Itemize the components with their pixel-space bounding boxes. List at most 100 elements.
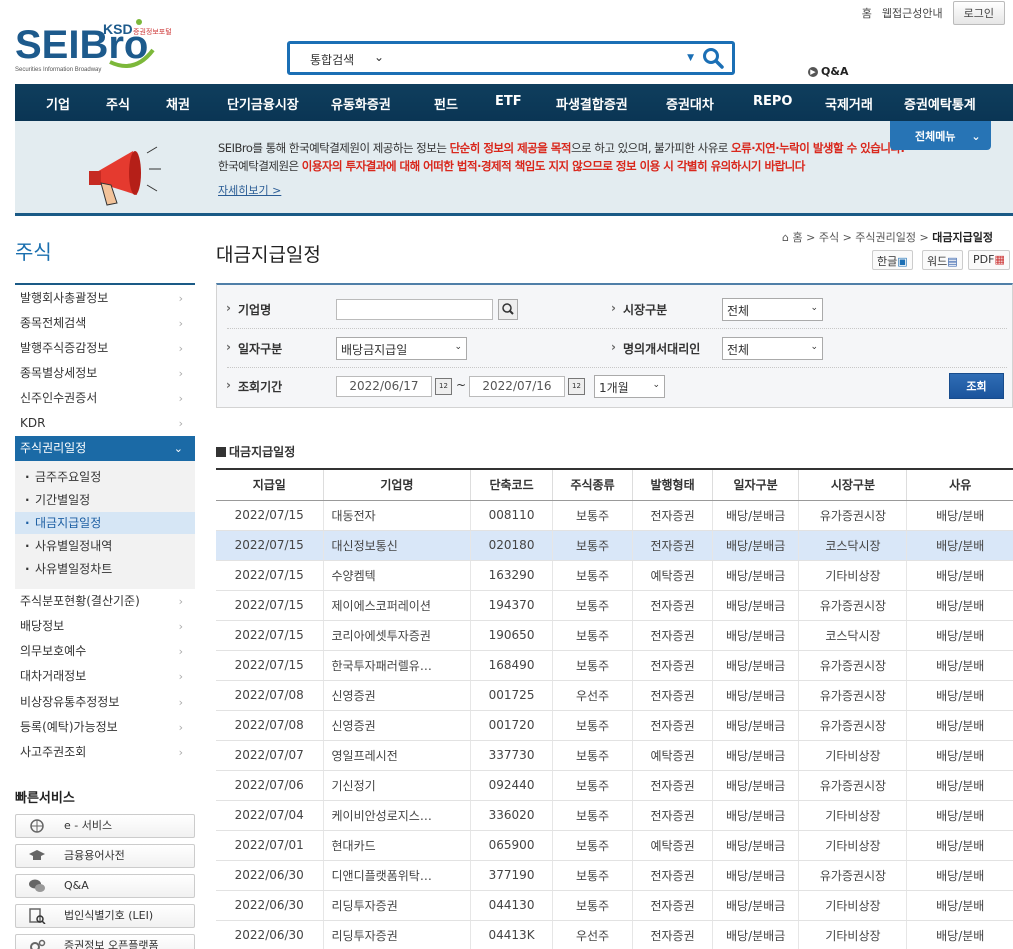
- gnb-item[interactable]: ETF: [495, 94, 522, 109]
- lnb-item[interactable]: 배당정보 ›: [15, 614, 195, 639]
- search-scope-select[interactable]: 통합검색: [310, 51, 354, 68]
- gnb-item[interactable]: REPO: [753, 94, 792, 109]
- qna-link[interactable]: ▶ Q&A: [808, 65, 848, 78]
- gnb-item[interactable]: 기업: [46, 94, 70, 113]
- pdf-file-icon: ▦: [994, 253, 1005, 266]
- gnb-item[interactable]: 펀드: [434, 94, 458, 113]
- table-row[interactable]: 2022/07/06 기신정기 092440 보통주 전자증권 배당/분배금 유가증권시장 배…: [216, 770, 1013, 801]
- table-row[interactable]: 2022/06/30 리딩투자증권 04413K 우선주 전자증권 배당/분배금 기타비상장…: [216, 920, 1013, 949]
- gnb-item[interactable]: 채권: [166, 94, 190, 113]
- lnb-item[interactable]: 등록(예탁)가능정보 ›: [15, 715, 195, 740]
- lnb-item[interactable]: 대차거래정보 ›: [15, 664, 195, 689]
- lnb-item[interactable]: 종목별상세정보 ›: [15, 361, 195, 386]
- calendar-icon[interactable]: 12: [435, 378, 452, 395]
- lnb-item[interactable]: 사고주권조회 ›: [15, 740, 195, 765]
- login-button[interactable]: 로그인: [952, 1, 1005, 25]
- table-row[interactable]: 2022/06/30 디앤디플랫폼위탁… 377190 보통주 전자증권 배당/분배금 유가…: [216, 860, 1013, 891]
- table-row[interactable]: 2022/07/08 신영증권 001720 보통주 전자증권 배당/분배금 유가증권시장 배…: [216, 710, 1013, 741]
- lnb-sub-item[interactable]: 기간별일정: [25, 489, 195, 511]
- hangul-download-button[interactable]: 한글▣: [872, 250, 913, 270]
- table-cell[interactable]: 한국투자패러렐유…: [322, 650, 471, 681]
- lnb-sub-item[interactable]: 사유별일정내역: [25, 535, 195, 557]
- table-cell[interactable]: 현대카드: [322, 830, 471, 861]
- gnb-item[interactable]: 증권예탁통계: [904, 94, 976, 113]
- company-search-button[interactable]: [498, 299, 518, 320]
- gnb-item[interactable]: 단기금융시장: [227, 94, 299, 113]
- gnb-item[interactable]: 유동화증권: [331, 94, 391, 113]
- lnb-item[interactable]: 발행주식증감정보 ›: [15, 336, 195, 361]
- lnb-item[interactable]: 발행회사총괄정보 ›: [15, 286, 195, 311]
- table-row[interactable]: 2022/07/15 수양켐텍 163290 보통주 예탁증권 배당/분배금 기타비상장 배당…: [216, 560, 1013, 591]
- table-cell[interactable]: 제이에스코퍼레이션: [322, 590, 471, 621]
- table-row[interactable]: 2022/07/15 한국투자패러렐유… 168490 보통주 전자증권 배당/분배금 유가…: [216, 650, 1013, 681]
- quick-lei-button[interactable]: 법인식별기호 (LEI): [15, 904, 195, 928]
- table-cell: 배당/분배: [906, 920, 1013, 949]
- lnb-item[interactable]: 종목전체검색 ›: [15, 311, 195, 336]
- pdf-download-button[interactable]: PDF▦: [968, 250, 1010, 270]
- util-accessibility-link[interactable]: 웹접근성안내: [882, 5, 943, 21]
- quick-qna-button[interactable]: Q&A: [15, 874, 195, 898]
- date-to-input[interactable]: 2022/07/16: [469, 376, 565, 397]
- seibro-logo[interactable]: SEIBro KSD 증권정보포털 Securities Information…: [15, 14, 195, 76]
- search-box[interactable]: 통합검색 ⌄ ▼: [287, 41, 735, 75]
- table-cell[interactable]: 대동전자: [322, 500, 471, 531]
- table-cell[interactable]: 리딩투자증권: [322, 920, 471, 949]
- table-row[interactable]: 2022/07/07 영일프레시전 337730 보통주 예탁증권 배당/분배금 기타비상장…: [216, 740, 1013, 771]
- date-from-input[interactable]: 2022/06/17: [336, 376, 432, 397]
- lnb-item[interactable]: 의무보호예수 ›: [15, 639, 195, 664]
- lnb-item[interactable]: 비상장유통추정정보 ›: [15, 690, 195, 715]
- submit-search-button[interactable]: 조회: [949, 373, 1004, 399]
- word-download-button[interactable]: 워드▤: [922, 250, 963, 270]
- table-cell[interactable]: 대신정보통신: [322, 530, 471, 561]
- table-cell[interactable]: 기신정기: [322, 770, 471, 801]
- table-cell: 전자증권: [632, 530, 713, 561]
- table-row[interactable]: 2022/06/30 리딩투자증권 044130 보통주 전자증권 배당/분배금 기타비상장…: [216, 890, 1013, 921]
- datetype-select[interactable]: 배당금지급일 ⌄: [336, 337, 467, 360]
- table-row[interactable]: 2022/07/15 코리아에셋투자증권 190650 보통주 전자증권 배당/분배금 코스…: [216, 620, 1013, 651]
- table-row[interactable]: 2022/07/04 케이비안성로지스… 336020 보통주 전자증권 배당/분배금 기타…: [216, 800, 1013, 831]
- table-row[interactable]: 2022/07/15 제이에스코퍼레이션 194370 보통주 전자증권 배당/분배금 유가…: [216, 590, 1013, 621]
- lnb-sub-item[interactable]: 금주주요일정: [25, 466, 195, 488]
- banner-more-link[interactable]: 자세히보기 >: [218, 182, 281, 198]
- lnb-sub-item[interactable]: 사유별일정차트: [25, 558, 195, 580]
- table-row[interactable]: 2022/07/01 현대카드 065900 보통주 예탁증권 배당/분배금 기타비상장 배당…: [216, 830, 1013, 861]
- lnb-item[interactable]: 주식분포현황(결산기준) ›: [15, 589, 195, 614]
- company-input[interactable]: [336, 299, 493, 320]
- table-cell[interactable]: 신영증권: [322, 680, 471, 711]
- table-cell[interactable]: 영일프레시전: [322, 740, 471, 771]
- all-menu-button[interactable]: 전체메뉴 ⌄: [890, 121, 991, 150]
- lnb-item-active[interactable]: 주식권리일정 ⌄: [15, 436, 195, 461]
- gnb-item[interactable]: 파생결합증권: [556, 94, 628, 113]
- table-cell[interactable]: 수양켐텍: [322, 560, 471, 591]
- table-cell: 168490: [470, 650, 553, 681]
- util-home-link[interactable]: 홈: [862, 5, 872, 21]
- lnb-item[interactable]: 신주인수권증서 ›: [15, 386, 195, 411]
- chevron-down-icon: ⌄: [173, 442, 183, 455]
- table-row[interactable]: 2022/07/15 대동전자 008110 보통주 전자증권 배당/분배금 유가증권시장 배…: [216, 500, 1013, 531]
- lnb-item[interactable]: KDR ›: [15, 411, 195, 436]
- word-file-icon: ▤: [947, 255, 958, 268]
- table-row[interactable]: 2022/07/08 신영증권 001725 우선주 전자증권 배당/분배금 유가증권시장 배…: [216, 680, 1013, 711]
- search-icon[interactable]: [702, 47, 724, 69]
- dropdown-triangle-icon[interactable]: ▼: [687, 53, 694, 63]
- table-cell: 보통주: [551, 800, 633, 831]
- agent-select[interactable]: 전체 ⌄: [722, 337, 823, 360]
- table-cell[interactable]: 신영증권: [322, 710, 471, 741]
- quick-openplatform-button[interactable]: 증권정보 오픈플랫폼: [15, 934, 195, 949]
- table-row[interactable]: 2022/07/15 대신정보통신 020180 보통주 전자증권 배당/분배금 코스닥시장…: [216, 530, 1013, 561]
- gnb-item[interactable]: 주식: [106, 94, 130, 113]
- table-cell[interactable]: 코리아에셋투자증권: [322, 620, 471, 651]
- table-cell[interactable]: 케이비안성로지스…: [322, 800, 471, 831]
- table-cell[interactable]: 리딩투자증권: [322, 890, 471, 921]
- gnb-item[interactable]: 증권대차: [666, 94, 714, 113]
- market-select[interactable]: 전체 ⌄: [722, 298, 823, 321]
- period-select[interactable]: 1개월 ⌄: [594, 375, 665, 398]
- home-icon[interactable]: ⌂: [782, 231, 789, 244]
- quick-eservice-button[interactable]: e - 서비스: [15, 814, 195, 838]
- table-header-row: 지급일 기업명 단축코드 주식종류 발행형태 일자구분 시장구분 사유: [216, 468, 1013, 501]
- quick-glossary-button[interactable]: 금융용어사전: [15, 844, 195, 868]
- calendar-icon[interactable]: 12: [568, 378, 585, 395]
- gnb-item[interactable]: 국제거래: [825, 94, 873, 113]
- table-cell[interactable]: 디앤디플랫폼위탁…: [322, 860, 471, 891]
- lnb-sub-item-active[interactable]: 대금지급일정: [15, 512, 195, 534]
